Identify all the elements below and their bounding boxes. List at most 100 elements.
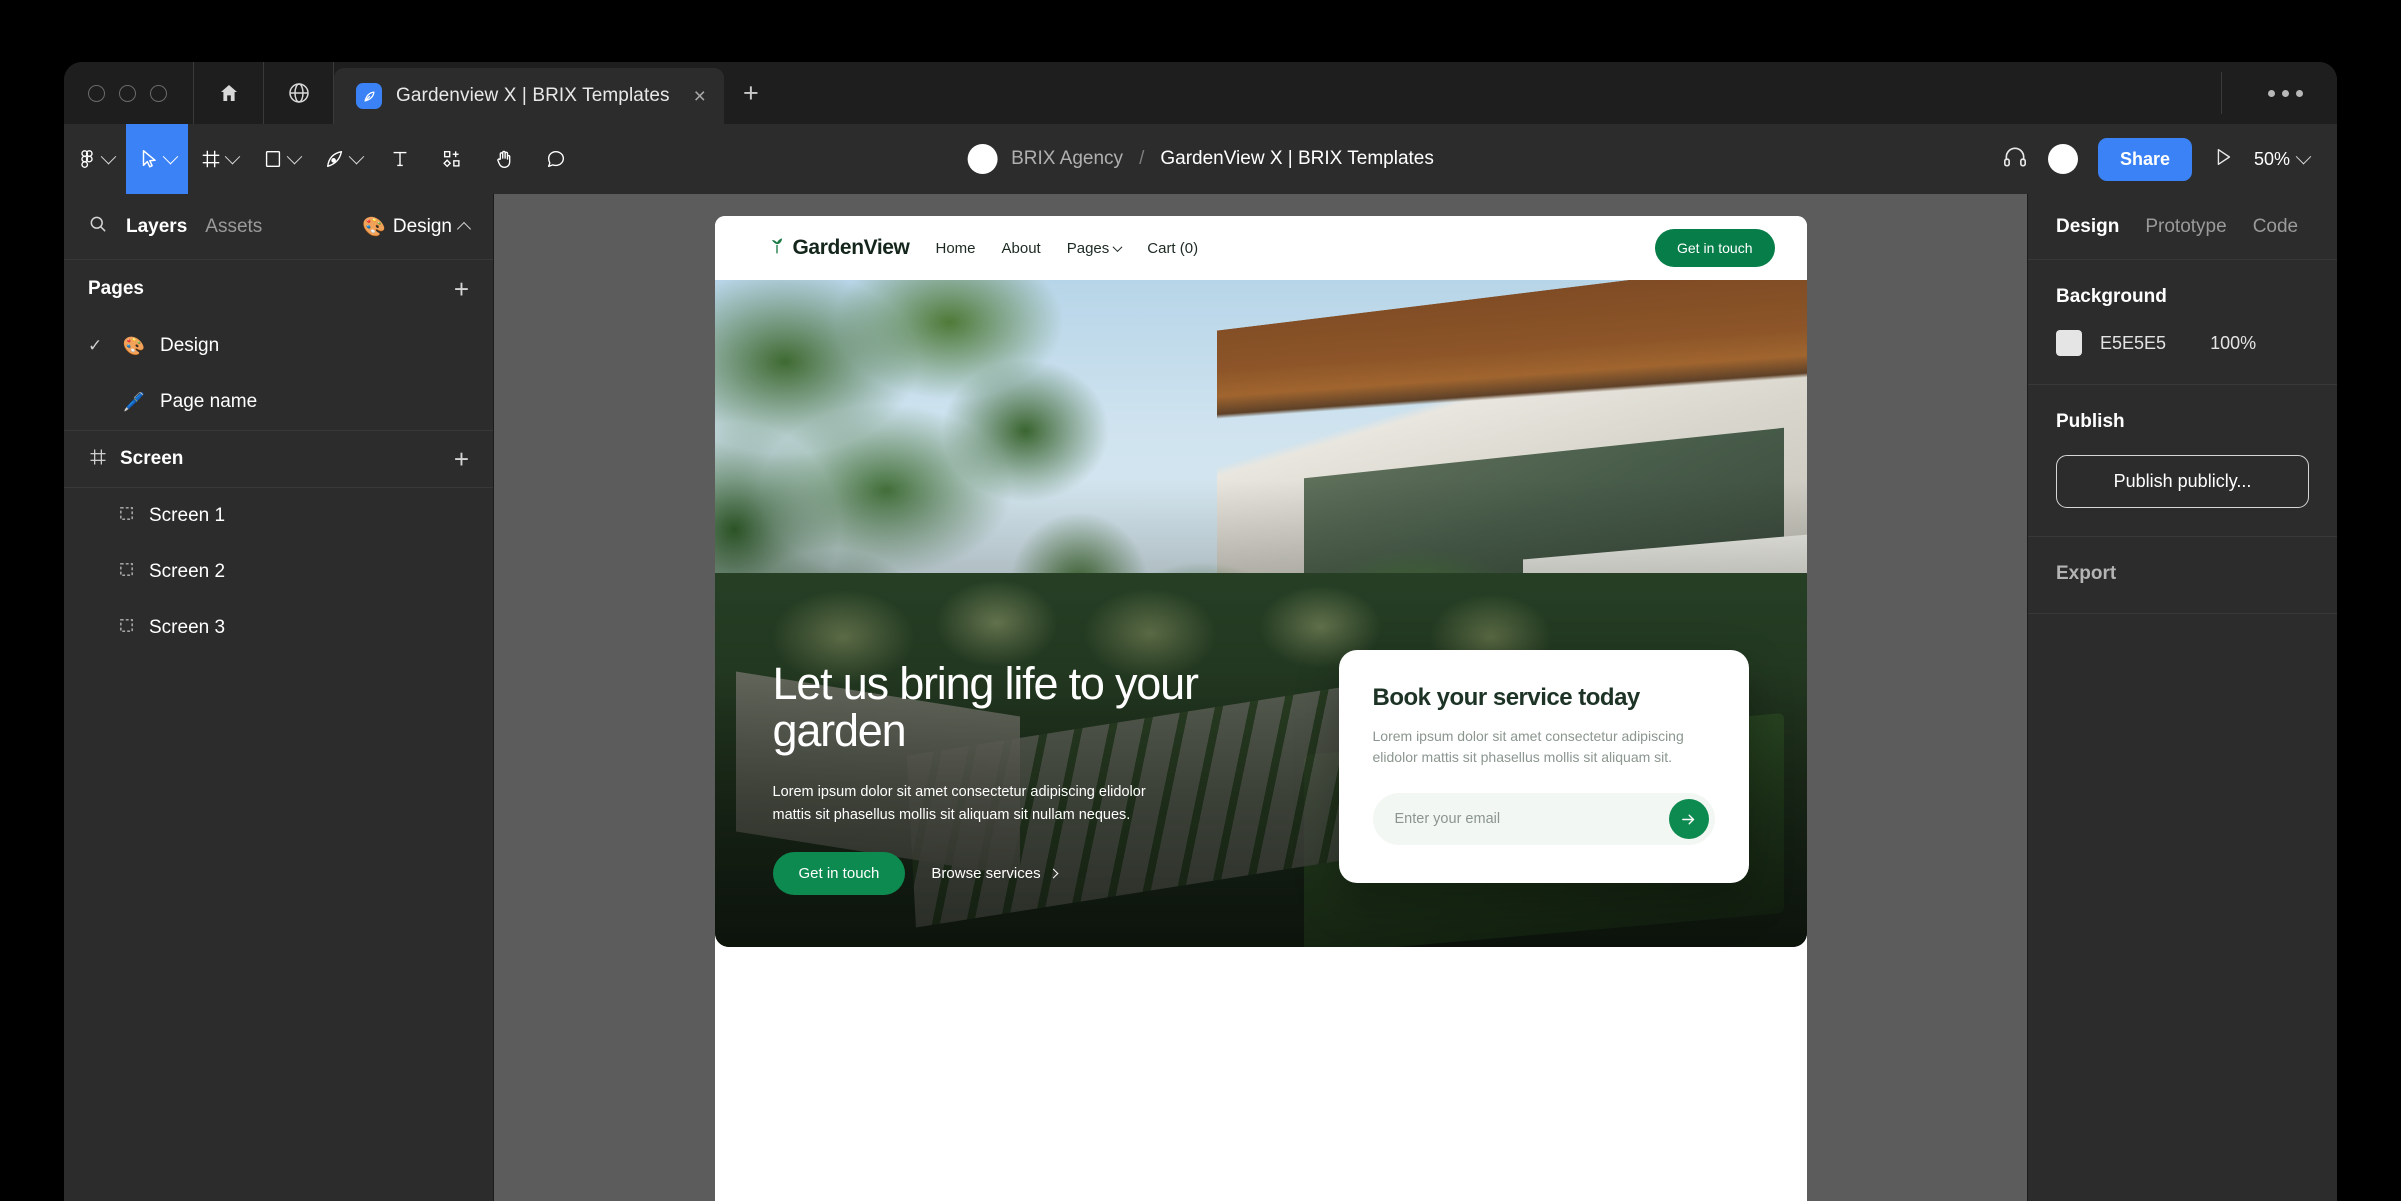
background-color-hex[interactable]: E5E5E5: [2100, 333, 2166, 354]
app-body: Layers Assets 🎨 Design Pages + ✓ 🎨 Desig…: [64, 194, 2337, 1201]
publish-section: Publish Publish publicly...: [2028, 385, 2337, 537]
screen-section-header: Screen +: [64, 430, 493, 488]
chevron-down-icon: [100, 148, 117, 164]
tab-assets[interactable]: Assets: [205, 216, 262, 238]
pages-section-header: Pages +: [64, 260, 493, 318]
add-screen-button[interactable]: +: [454, 446, 469, 472]
tab-layers[interactable]: Layers: [126, 216, 187, 238]
chevron-down-icon: [224, 148, 241, 164]
share-button[interactable]: Share: [2097, 137, 2192, 181]
browser-tab-bar: Gardenview X | BRIX Templates × +: [64, 62, 2337, 124]
site-logo-text: GardenView: [792, 236, 910, 259]
chevron-down-icon: [286, 148, 303, 164]
figma-file-icon: [356, 83, 382, 109]
screen-section-title: Screen: [120, 448, 184, 469]
tab-code[interactable]: Code: [2253, 216, 2298, 238]
publish-publicly-button[interactable]: Publish publicly...: [2056, 455, 2309, 508]
new-tab-button[interactable]: +: [724, 62, 778, 124]
avatar[interactable]: [2047, 144, 2078, 174]
site-logo[interactable]: GardenView: [767, 234, 910, 262]
breadcrumb-team[interactable]: BRIX Agency: [1011, 148, 1123, 170]
design-canvas[interactable]: GardenView Home About Pages Cart (0) Get…: [494, 194, 2027, 1201]
background-opacity-value[interactable]: 100%: [2210, 333, 2256, 354]
sprout-icon: [767, 234, 787, 262]
tab-design[interactable]: Design: [2056, 216, 2119, 238]
page-item-page-name[interactable]: 🖊️ Page name: [64, 374, 493, 430]
nav-link-label: Cart (0): [1147, 239, 1199, 257]
pages-section-title: Pages: [88, 278, 144, 299]
website-frame[interactable]: GardenView Home About Pages Cart (0) Get…: [714, 216, 1807, 1201]
layer-item-screen-2[interactable]: Screen 2: [64, 544, 493, 600]
move-tool-button[interactable]: [126, 124, 188, 194]
close-window-button[interactable]: [88, 84, 105, 102]
design-page-chip[interactable]: 🎨 Design: [362, 215, 472, 239]
figma-app-window: Gardenview X | BRIX Templates × + BRIX A…: [64, 62, 2337, 1201]
tab-prototype[interactable]: Prototype: [2145, 216, 2226, 238]
tabbar-spacer: [778, 62, 2221, 124]
nav-link-label: Home: [935, 239, 976, 257]
minimize-window-button[interactable]: [119, 84, 136, 102]
actions-tool-button[interactable]: [426, 124, 478, 194]
team-avatar[interactable]: [967, 144, 998, 174]
shape-tool-button[interactable]: [250, 124, 312, 194]
hero-browse-services-link[interactable]: Browse services: [931, 865, 1059, 882]
hero-headline: Let us bring life to your garden: [772, 657, 1199, 757]
close-tab-button[interactable]: ×: [694, 86, 706, 107]
search-icon[interactable]: [88, 214, 108, 239]
text-tool-button[interactable]: [374, 124, 426, 194]
hero-get-in-touch-button[interactable]: Get in touch: [772, 852, 906, 895]
browser-more-options-button[interactable]: [2221, 72, 2337, 114]
chevron-up-icon: [456, 221, 472, 236]
layer-item-screen-3[interactable]: Screen 3: [64, 600, 493, 656]
booking-email-form: [1372, 793, 1715, 845]
hand-tool-button[interactable]: [478, 124, 530, 194]
palette-icon: 🎨: [122, 335, 146, 356]
figma-menu-button[interactable]: [64, 124, 126, 194]
breadcrumb-file-name[interactable]: GardenView X | BRIX Templates: [1160, 148, 1434, 170]
toolbar-tool-group: [64, 124, 582, 194]
frame-dotted-icon: [118, 505, 135, 528]
page-item-design[interactable]: ✓ 🎨 Design: [64, 318, 493, 374]
booking-card: Book your service today Lorem ipsum dolo…: [1338, 649, 1749, 883]
layer-item-label: Screen 3: [149, 617, 226, 638]
booking-submit-button[interactable]: [1668, 799, 1709, 839]
email-field[interactable]: [1394, 811, 1669, 827]
frame-dotted-icon: [118, 617, 135, 640]
background-color-swatch[interactable]: [2056, 330, 2082, 356]
chevron-down-icon: [1112, 241, 1123, 252]
chevron-down-icon: [162, 148, 179, 164]
hero-content: Let us bring life to your garden Lorem i…: [772, 657, 1243, 895]
nav-link-home[interactable]: Home: [936, 240, 976, 257]
nav-link-cart[interactable]: Cart (0): [1147, 240, 1198, 257]
hero-actions: Get in touch Browse services: [772, 852, 1243, 895]
booking-card-paragraph: Lorem ipsum dolor sit amet consectetur a…: [1372, 727, 1684, 766]
nav-link-about[interactable]: About: [1002, 240, 1041, 257]
left-sidebar: Layers Assets 🎨 Design Pages + ✓ 🎨 Desig…: [64, 194, 494, 1201]
layer-item-screen-1[interactable]: Screen 1: [64, 488, 493, 544]
layer-item-label: Screen 1: [149, 505, 226, 526]
nav-link-pages[interactable]: Pages: [1067, 240, 1123, 257]
export-section: Export: [2028, 537, 2337, 614]
nav-link-label: About: [1001, 239, 1041, 257]
comment-tool-button[interactable]: [530, 124, 582, 194]
zoom-level-control[interactable]: 50%: [2254, 148, 2317, 170]
right-properties-panel: Design Prototype Code Background E5E5E5 …: [2027, 194, 2337, 1201]
frame-tool-button[interactable]: [188, 124, 250, 194]
globe-icon[interactable]: [264, 62, 334, 124]
maximize-window-button[interactable]: [150, 84, 167, 102]
site-next-section: [714, 947, 1807, 1201]
background-color-row: E5E5E5 100%: [2056, 330, 2309, 356]
layer-item-label: Screen 2: [149, 561, 226, 582]
site-navbar: GardenView Home About Pages Cart (0) Get…: [714, 216, 1807, 280]
publish-section-title: Publish: [2056, 411, 2125, 432]
headphones-icon[interactable]: [2002, 144, 2028, 175]
desktop-backdrop: Gardenview X | BRIX Templates × + BRIX A…: [0, 0, 2401, 1201]
play-icon[interactable]: [2212, 146, 2234, 173]
nav-get-in-touch-button[interactable]: Get in touch: [1655, 229, 1775, 267]
browser-tab[interactable]: Gardenview X | BRIX Templates ×: [334, 68, 724, 124]
palette-icon: 🎨: [362, 216, 386, 238]
add-page-button[interactable]: +: [454, 276, 469, 302]
pen-tool-button[interactable]: [312, 124, 374, 194]
home-icon[interactable]: [194, 62, 264, 124]
properties-tab-row: Design Prototype Code: [2028, 194, 2337, 260]
